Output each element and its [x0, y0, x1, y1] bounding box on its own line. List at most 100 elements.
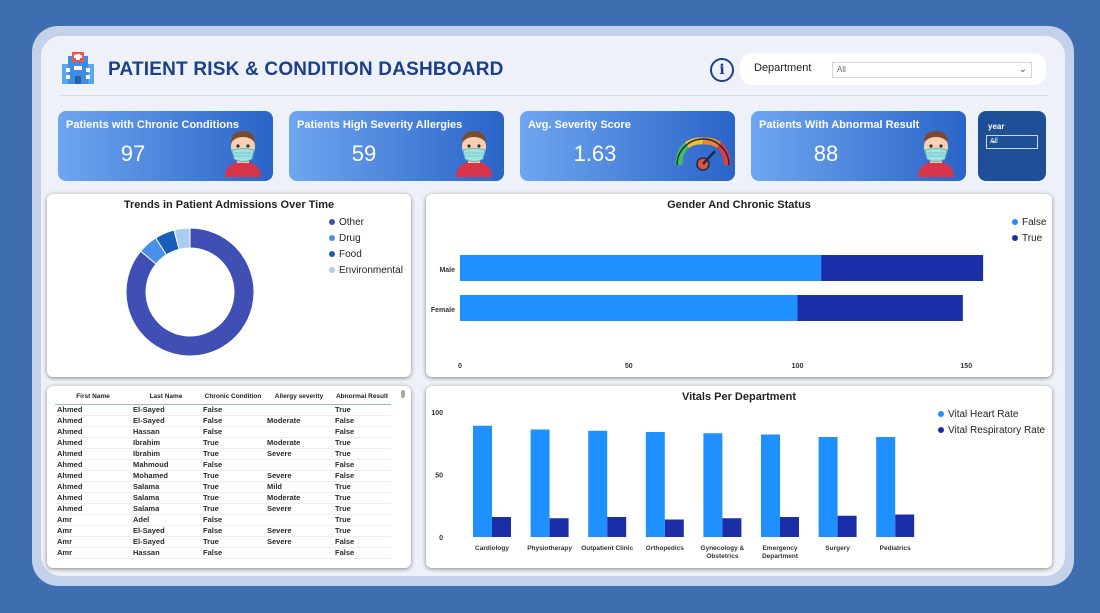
table-row[interactable]: Ahmed Mohamed True Severe False	[55, 470, 391, 482]
column-header[interactable]: Last Name	[131, 390, 201, 405]
table-cell: Severe	[265, 503, 333, 515]
bar-vital-heart-rate[interactable]	[876, 437, 896, 537]
kpi-card: Patients with Chronic Conditions 97	[58, 111, 273, 181]
table-row[interactable]: Ahmed Hassan False False	[55, 426, 391, 438]
bar-vital-heart-rate[interactable]	[703, 433, 723, 537]
table-cell: True	[201, 536, 265, 548]
bar-female-false[interactable]	[460, 295, 798, 321]
table-cell: Ahmed	[55, 481, 131, 493]
column-header[interactable]: Chronic Condition	[201, 390, 265, 405]
y-tick-label: Male	[439, 267, 455, 274]
table-cell: Mohamed	[131, 470, 201, 482]
table-cell: True	[201, 492, 265, 504]
bar-vital-respiratory-rate[interactable]	[549, 518, 569, 537]
x-tick-label: Emergency Department	[762, 545, 799, 560]
table-cell: False	[201, 514, 265, 526]
table-cell: False	[333, 426, 391, 438]
table-cell: Ahmed	[55, 459, 131, 471]
bar-vital-heart-rate[interactable]	[818, 437, 838, 537]
table-cell: Hassan	[131, 547, 201, 559]
chevron-down-icon: ⌄	[1018, 64, 1027, 75]
bar-vital-respiratory-rate[interactable]	[664, 519, 684, 538]
bar-female-true[interactable]	[797, 295, 963, 321]
bar-vital-respiratory-rate[interactable]	[607, 517, 627, 537]
column-header[interactable]: Allergy severity	[265, 390, 333, 405]
table-cell: Salama	[131, 492, 201, 504]
legend-item[interactable]: False	[1012, 214, 1046, 230]
table-cell: Ahmed	[55, 404, 131, 416]
table-cell: Moderate	[265, 437, 333, 449]
table-cell	[265, 404, 333, 416]
bar-male-true[interactable]	[821, 255, 984, 281]
x-tick-label: 150	[960, 363, 972, 370]
legend-label: Food	[339, 248, 362, 260]
x-tick-label: Pediatrics	[880, 545, 911, 552]
table-cell: Salama	[131, 503, 201, 515]
year-label: year	[988, 122, 1005, 131]
hospital-logo-icon	[58, 50, 98, 86]
bar-vital-respiratory-rate[interactable]	[492, 517, 511, 537]
table-row[interactable]: Ahmed Ibrahim True Severe True	[55, 448, 391, 460]
bar-vital-respiratory-rate[interactable]	[837, 515, 857, 537]
table-cell: False	[201, 426, 265, 438]
bar-vital-respiratory-rate[interactable]	[722, 518, 742, 537]
legend-item[interactable]: Drug	[329, 230, 403, 246]
bar-vital-heart-rate[interactable]	[473, 425, 492, 537]
table-cell: True	[201, 470, 265, 482]
table-cell: False	[201, 404, 265, 416]
legend-marker	[329, 219, 335, 225]
table-cell: True	[333, 525, 391, 537]
legend-item[interactable]: Food	[329, 246, 403, 262]
legend-marker	[1012, 235, 1018, 241]
legend-label: Vital Heart Rate	[948, 408, 1019, 420]
table-cell	[265, 459, 333, 471]
bar-male-false[interactable]	[460, 255, 822, 281]
bar-vital-heart-rate[interactable]	[761, 434, 780, 538]
bar-vital-respiratory-rate[interactable]	[895, 514, 915, 538]
kpi-title: Avg. Severity Score	[528, 119, 631, 131]
bar-vital-heart-rate[interactable]	[588, 430, 608, 537]
legend-item[interactable]: True	[1012, 230, 1046, 246]
column-header[interactable]: Abnormal Result	[333, 390, 391, 405]
table-cell: False	[333, 536, 391, 548]
table-cell: True	[201, 448, 265, 460]
table-cell: Ahmed	[55, 426, 131, 438]
info-icon[interactable]: i	[710, 58, 734, 82]
table-cell	[265, 547, 333, 559]
table-row[interactable]: Amr Hassan False False	[55, 547, 391, 559]
legend-item[interactable]: Vital Respiratory Rate	[938, 422, 1045, 438]
department-value: All	[837, 65, 846, 74]
legend-marker	[1012, 219, 1018, 225]
table-cell: Severe	[265, 470, 333, 482]
table-cell: False	[333, 415, 391, 427]
table-cell: El-Sayed	[131, 525, 201, 537]
table-cell: False	[201, 459, 265, 471]
bar-vital-heart-rate[interactable]	[530, 429, 550, 538]
table-row[interactable]: Ahmed Salama True Severe True	[55, 503, 391, 515]
table-cell: Ibrahim	[131, 448, 201, 460]
table-row[interactable]: Amr Adel False True	[55, 514, 391, 526]
table-row[interactable]: Ahmed El-Sayed False True	[55, 404, 391, 416]
legend-item[interactable]: Environmental	[329, 262, 403, 278]
table-row[interactable]: Amr El-Sayed False Severe True	[55, 525, 391, 537]
table-scrollbar[interactable]	[401, 390, 405, 398]
legend-label: False	[1022, 216, 1047, 228]
column-header[interactable]: First Name	[55, 390, 131, 405]
table-row[interactable]: Ahmed Ibrahim True Moderate True	[55, 437, 391, 449]
legend-marker	[938, 411, 944, 417]
legend-item[interactable]: Vital Heart Rate	[938, 406, 1045, 422]
table-row[interactable]: Ahmed Salama True Moderate True	[55, 492, 391, 504]
vitals-legend: Vital Heart Rate Vital Respiratory Rate	[938, 406, 1045, 438]
table-row[interactable]: Amr El-Sayed True Severe False	[55, 536, 391, 548]
legend-item[interactable]: Other	[329, 214, 403, 230]
table-row[interactable]: Ahmed Mahmoud False False	[55, 459, 391, 471]
x-tick-label: Surgery	[825, 545, 850, 552]
bar-vital-heart-rate[interactable]	[645, 432, 665, 537]
year-dropdown[interactable]: All ⌄	[986, 135, 1038, 149]
table-row[interactable]: Ahmed Salama True Mild True	[55, 481, 391, 493]
kpi-value: 59	[351, 141, 377, 166]
kpi-card: Avg. Severity Score 1.63	[520, 111, 735, 181]
table-row[interactable]: Ahmed El-Sayed False Moderate False	[55, 415, 391, 427]
department-dropdown[interactable]: All ⌄	[832, 62, 1032, 78]
bar-vital-respiratory-rate[interactable]	[780, 517, 799, 537]
